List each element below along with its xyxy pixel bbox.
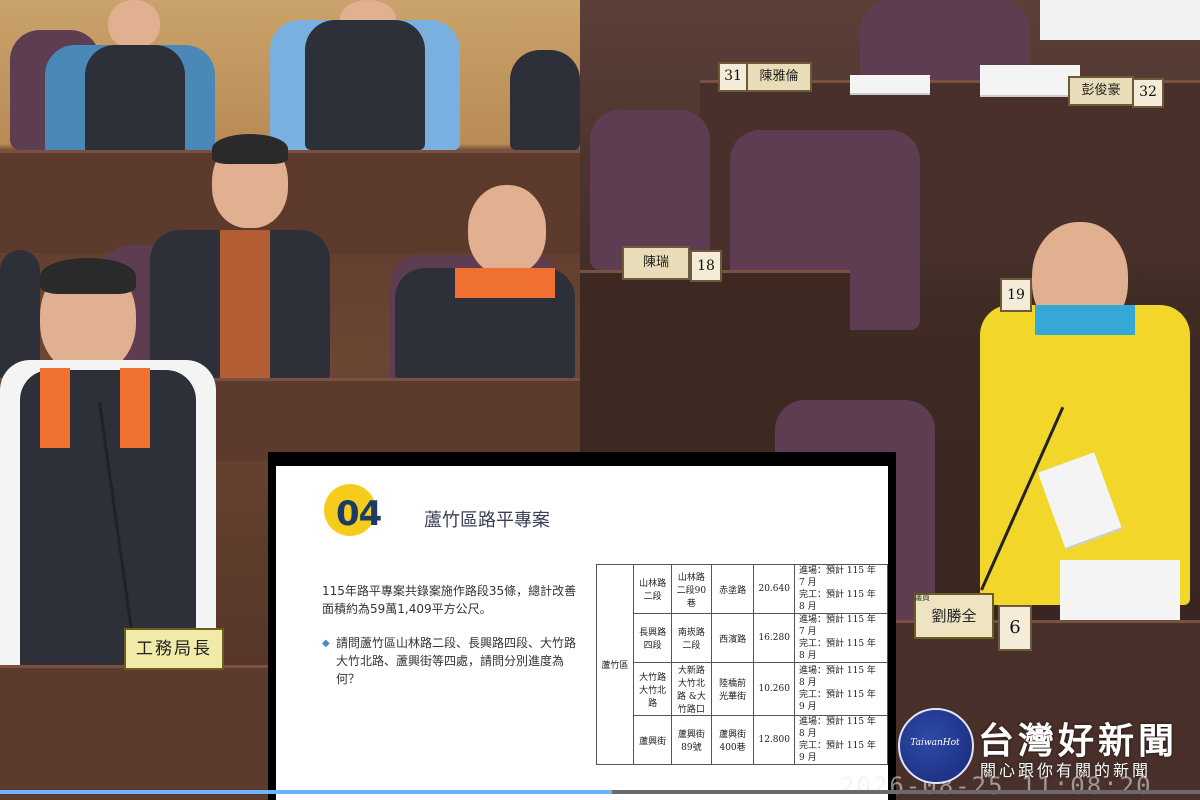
- seat-number: 31: [718, 62, 748, 92]
- logo-subtitle: 關心跟你有關的新聞: [980, 761, 1152, 780]
- slide-page: 04 蘆竹區路平專案 115年路平專案共錄案施作路段35條，總計改善面積約為59…: [276, 466, 888, 800]
- papers: [980, 65, 1080, 97]
- table-cell-section: 山林路二段90巷: [671, 564, 712, 614]
- schedule-end: 完工：預計 115 年 9 月: [799, 741, 876, 763]
- vest: [85, 45, 185, 155]
- desk: [0, 665, 270, 800]
- table-cell-schedule: 進場：預計 115 年 8 月完工：預計 115 年 9 月: [794, 715, 888, 765]
- table-cell-road: 大竹路 大竹北路: [632, 662, 673, 716]
- video-progress-bar[interactable]: [0, 790, 1200, 794]
- table-cell-schedule: 進場：預計 115 年 7 月完工：預計 115 年 8 月: [794, 564, 888, 614]
- schedule-start: 進場：預計 115 年 8 月: [799, 666, 876, 688]
- table-row: 蘆竹區 山林路二段 山林路二段90巷 赤塗路 20.640 進場：預計 115 年 7 月…: [596, 564, 888, 765]
- table-cell-schedule: 進場：預計 115 年 8 月完工：預計 115 年 9 月: [794, 662, 888, 716]
- table-cell-section: 南崁路二段: [671, 613, 712, 663]
- seat-nameplate: 陳雅倫: [746, 62, 812, 92]
- slide-question: 請問蘆竹區山林路二段、長興路四段、大竹路大竹北路、蘆興街等四處，請問分別進度為何…: [336, 636, 577, 686]
- seat-number: 18: [690, 250, 722, 282]
- table-cell-area: 20.640: [753, 564, 795, 614]
- table-cell-road: 山林路二段: [632, 564, 673, 614]
- table-cell-road: 蘆興街: [632, 715, 673, 765]
- schedule-end: 完工：預計 115 年 8 月: [799, 639, 876, 661]
- slide-number: 04: [336, 494, 382, 534]
- vest-collar: [1035, 305, 1135, 335]
- vest-collar: [455, 268, 555, 298]
- hair: [212, 134, 288, 164]
- seat-nameplate: 彭俊豪: [1068, 76, 1134, 106]
- table-cell-section: 蘆興街89號: [671, 715, 712, 765]
- papers: [850, 75, 930, 95]
- table-cell-area: 10.260: [753, 662, 795, 716]
- table-cell-section: 大新路 大竹北路 &大竹路口: [671, 662, 712, 716]
- table-cell-area: 16.280: [753, 613, 795, 663]
- table-cell-to: 蘆興街400巷: [710, 715, 755, 765]
- table-cell-to: 赤塗路: [710, 564, 755, 614]
- white-strip: [1040, 0, 1200, 40]
- table-row: 長興路四段 南崁路二段 西濱路 16.280 進場：預計 115 年 7 月完工：預計 …: [597, 613, 888, 663]
- seat-number: 19: [1000, 278, 1032, 312]
- table-cell-to: 陸橋前 光華街: [710, 662, 755, 716]
- table-cell-to: 西濱路: [710, 613, 755, 663]
- table-row: 蘆興街 蘆興街89號 蘆興街400巷 12.800 進場：預計 115 年 8 月完工：…: [597, 715, 888, 765]
- schedule-end: 完工：預計 115 年 8 月: [799, 590, 876, 612]
- table-row: 大竹路 大竹北路 大新路 大竹北路 &大竹路口 陸橋前 光華街 10.260 進場：預計…: [597, 662, 888, 716]
- schedule-start: 進場：預計 115 年 7 月: [799, 566, 876, 588]
- vest-collar: [220, 230, 270, 380]
- person-head: [468, 185, 546, 275]
- bullet-icon: ◆: [322, 638, 330, 649]
- seat-number: 32: [1132, 78, 1164, 108]
- seat-number: 6: [998, 605, 1032, 651]
- table-cell-road: 長興路四段: [632, 613, 673, 663]
- slide-paragraph: 115年路平專案共錄案施作路段35條，總計改善面積約為59萬1,409平方公尺。: [322, 584, 577, 616]
- councilor-nameplate-title: 議員: [914, 593, 930, 602]
- vest-collar: [120, 368, 150, 448]
- schedule-end: 完工：預計 115 年 9 月: [799, 690, 876, 712]
- director-nameplate: 工務局長: [124, 628, 224, 670]
- vest-collar: [40, 368, 70, 448]
- seat-nameplate: 陳瑞: [622, 246, 690, 280]
- table-cell-schedule: 進場：預計 115 年 7 月完工：預計 115 年 8 月: [794, 613, 888, 663]
- progress-table: 蘆竹區 山林路二段 山林路二段90巷 赤塗路 20.640 進場：預計 115 年 7 月…: [596, 564, 888, 765]
- schedule-start: 進場：預計 115 年 8 月: [799, 717, 876, 739]
- district-cell: 蘆竹區: [596, 564, 634, 765]
- logo-circle-text: TaiwanHot: [910, 738, 960, 748]
- vest: [305, 20, 425, 150]
- slide-inset: 04 蘆竹區路平專案 115年路平專案共錄案施作路段35條，總計改善面積約為59…: [268, 452, 896, 800]
- schedule-start: 進場：預計 115 年 7 月: [799, 615, 876, 637]
- table-cell-area: 12.800: [753, 715, 795, 765]
- video-progress-fill: [0, 790, 612, 794]
- vest: [510, 50, 580, 150]
- paper-stack: [1060, 560, 1180, 622]
- hair: [40, 258, 136, 294]
- person-head: [108, 0, 160, 48]
- slide-title: 蘆竹區路平專案: [424, 510, 550, 531]
